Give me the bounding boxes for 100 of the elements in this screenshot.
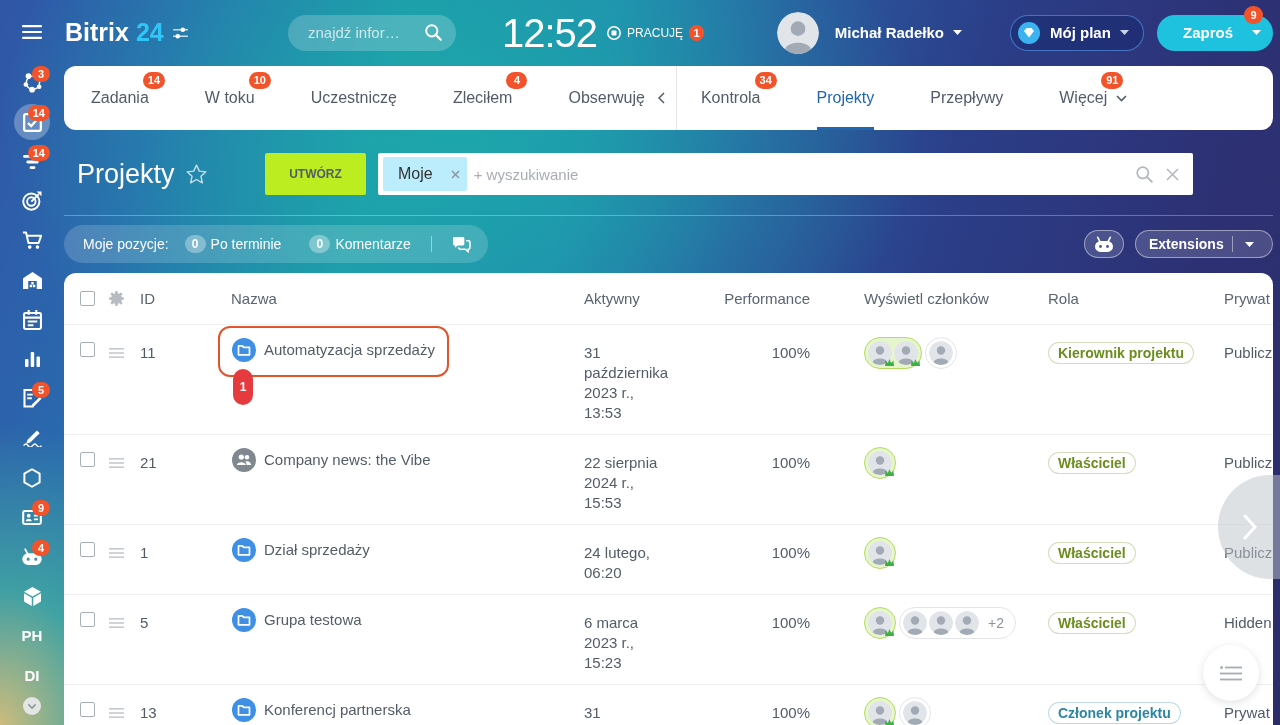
counter-badge: 3 [32,65,50,82]
table-cell-text: 6 marca 2023 r., 15:23 [584,613,640,673]
stop-icon[interactable] [607,25,622,40]
crown-icon [885,719,894,725]
close-icon[interactable] [1166,167,1179,181]
sidebar-item[interactable]: 3 [14,64,50,101]
folder-icon [232,538,256,562]
sidebar-item[interactable]: 4 [14,538,50,575]
tab[interactable]: Przepływy [902,66,1032,130]
checkbox[interactable] [80,452,95,467]
tab[interactable]: Zleciłem 4 [424,66,541,130]
drag-handle-icon[interactable] [109,708,124,718]
counter-badge: 14 [27,105,50,122]
crown-icon [885,359,894,366]
sliders-icon[interactable] [172,26,188,39]
search-icon[interactable] [425,23,442,41]
drag-handle-icon[interactable] [109,348,124,358]
counter-badge: 91 [1101,72,1124,89]
filter-field[interactable]: Moje + wyszukiwanie [378,153,1193,195]
settings-icon[interactable] [109,291,124,306]
robot-button[interactable] [1084,230,1124,258]
create-button[interactable]: UTWÓRZ [265,153,366,195]
project-link[interactable]: Dział sprzedaży [264,540,370,560]
avatar[interactable] [955,611,979,635]
project-link[interactable]: Konferencj partnerska [264,700,411,720]
drag-handle-icon[interactable] [109,618,124,628]
caret-icon[interactable] [1245,241,1254,247]
folder-icon [232,698,256,722]
project-link[interactable]: Automatyzacja sprzedaży [264,340,435,360]
logo-wordmark[interactable]: Bitrix [65,18,129,47]
table-cell-text: 22 sierpnia 2024 r., 15:53 [584,453,659,513]
caret-icon[interactable] [953,30,962,35]
search-icon[interactable] [1136,165,1153,183]
column-header[interactable]: Nazwa [231,289,277,307]
column-header[interactable]: Wyświetl członków [864,289,989,307]
table-cell: 1 [140,544,149,561]
owners-group[interactable] [864,337,922,369]
people-icon [232,448,256,472]
list-icon [1220,665,1242,681]
star-icon[interactable] [185,164,207,184]
avatar[interactable] [894,341,918,365]
table-cell: 13 [140,704,157,721]
user-name[interactable]: Michał Radełko [834,24,944,41]
tab[interactable]: Więcej 91 [1031,66,1156,130]
table-cell-text: 24 lutego, 06:20 [584,543,651,583]
column-header[interactable]: Performance [724,289,810,307]
column-header[interactable]: Rola [1048,289,1079,307]
checkbox[interactable] [80,291,95,306]
table-cell: Publicz [1224,544,1273,561]
menu-icon[interactable] [22,24,42,39]
column-header[interactable]: Prywat [1224,289,1270,307]
sidebar-item[interactable]: 9 [14,499,50,536]
avatar[interactable] [929,611,953,635]
chevron-down-icon [1116,94,1128,102]
column-header[interactable]: Aktywny [584,289,640,307]
table-cell: 100% [771,454,810,471]
bar-chart-icon [24,351,40,367]
tab[interactable]: Obserwuję [540,66,658,130]
extensions-button[interactable]: Extensions [1135,230,1273,258]
tab[interactable]: Projekty [788,66,903,130]
robot-icon [1095,236,1113,252]
project-link[interactable]: Grupa testowa [264,610,362,630]
tab[interactable]: Zadania 14 [64,66,177,130]
checkbox[interactable] [80,612,95,627]
table-cell: 100% [771,704,810,721]
checkbox[interactable] [80,342,95,357]
project-link[interactable]: Company news: the Vibe [264,450,431,470]
sidebar-item[interactable]: 14 [14,143,50,180]
drag-handle-icon[interactable] [109,458,124,468]
avatar[interactable] [776,11,819,54]
sidebar-item[interactable]: 14 [14,104,50,141]
table-cell: Publicz [1224,454,1273,471]
hexagon-icon [23,467,41,488]
signature-icon [22,429,42,447]
table-cell: 11 [140,344,156,361]
plan-button[interactable]: Mój plan [1010,14,1144,51]
target-icon [22,191,42,212]
column-header[interactable]: ID [140,289,155,307]
tab[interactable]: Kontrola 34 [676,66,789,130]
avatar[interactable] [903,611,927,635]
avatar[interactable] [868,341,892,365]
role-tag: Właściciel [1048,542,1136,564]
table-cell: 100% [771,614,810,631]
cart-icon [22,231,42,251]
checkbox[interactable] [80,702,95,717]
work-status[interactable]: PRACUJĘ [627,25,684,40]
crown-icon [911,359,920,366]
caret-icon[interactable] [1120,30,1129,35]
counter-badge: 4 [506,72,528,89]
drag-handle-icon[interactable] [109,548,124,558]
chevron-left-icon[interactable] [657,92,665,104]
tab[interactable]: W toku 10 [176,66,283,130]
checkbox[interactable] [80,542,95,557]
chat-icon[interactable] [451,235,471,253]
counter-badge: 14 [142,72,166,89]
close-icon[interactable] [450,169,460,179]
sidebar-item[interactable]: 5 [14,380,50,417]
chevron-right-icon [1243,514,1257,540]
tab[interactable]: Uczestniczę [282,66,425,130]
filter-tag[interactable]: Moje [383,157,467,191]
